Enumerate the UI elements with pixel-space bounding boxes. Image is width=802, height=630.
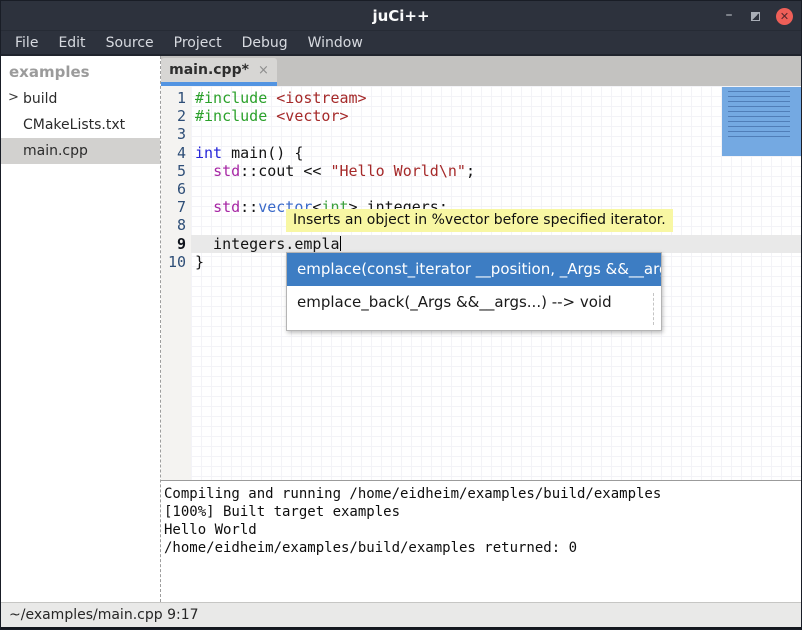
status-file-position: ~/examples/main.cpp 9:17	[9, 607, 199, 623]
line-number: 9	[161, 235, 186, 253]
statusbar: ~/examples/main.cpp 9:17	[1, 602, 801, 629]
build-output-panel[interactable]: Compiling and running /home/eidheim/exam…	[161, 480, 801, 602]
menu-item-window[interactable]: Window	[298, 33, 373, 53]
menu-item-project[interactable]: Project	[164, 33, 232, 53]
popup-scrollbar[interactable]	[653, 293, 654, 325]
window-title: juCi++	[1, 7, 801, 25]
line-number: 10	[161, 253, 186, 271]
close-icon[interactable]: ✕	[776, 8, 793, 25]
window-controls: – ✕	[723, 1, 793, 31]
project-name-label: examples	[1, 56, 160, 86]
maximize-icon[interactable]	[751, 12, 760, 21]
code-line[interactable]: int main() {	[191, 144, 801, 162]
output-line: /home/eidheim/examples/build/examples re…	[164, 539, 799, 557]
menu-item-debug[interactable]: Debug	[232, 33, 298, 53]
code-editor[interactable]: 12345678910 #include <iostream>#include …	[161, 86, 801, 480]
editor-pane: main.cpp* × 12345678910 #include <iostre…	[161, 56, 801, 602]
code-line[interactable]: #include <iostream>	[191, 89, 801, 107]
titlebar[interactable]: juCi++ – ✕	[1, 1, 801, 31]
line-number: 3	[161, 125, 186, 143]
code-token: ::cout <<	[240, 162, 330, 180]
line-number: 4	[161, 144, 186, 162]
code-token: <iostream>	[276, 89, 366, 107]
autocomplete-popup[interactable]: emplace(const_iterator __position, _Args…	[286, 252, 662, 331]
line-number: 5	[161, 162, 186, 180]
code-line[interactable]: integers.empla	[191, 235, 801, 253]
chevron-right-icon[interactable]: >	[8, 90, 19, 105]
tab-label: main.cpp*	[169, 62, 249, 78]
completion-item[interactable]: emplace(const_iterator __position, _Args…	[287, 253, 661, 286]
code-token: "Hello World\n"	[330, 162, 465, 180]
tabbar: main.cpp* ×	[161, 56, 801, 86]
code-token: integers.empla	[195, 235, 340, 253]
code-token: ::	[240, 198, 258, 216]
tree-item-label: main.cpp	[23, 143, 88, 159]
completion-item[interactable]: emplace_back(_Args &&__args...) --> void	[287, 286, 661, 319]
menu-item-source[interactable]: Source	[96, 33, 164, 53]
code-token: std	[213, 162, 240, 180]
code-token: }	[195, 253, 204, 271]
minimap-code-lines	[728, 91, 790, 141]
output-line: Compiling and running /home/eidheim/exam…	[164, 485, 799, 503]
menu-item-edit[interactable]: Edit	[48, 33, 95, 53]
tab-main-cpp[interactable]: main.cpp* ×	[161, 58, 277, 82]
tab-close-icon[interactable]: ×	[258, 63, 269, 78]
menubar: FileEditSourceProjectDebugWindow	[1, 31, 801, 56]
code-token: int	[195, 144, 222, 162]
code-token	[195, 162, 213, 180]
code-line[interactable]: std::cout << "Hello World\n";	[191, 162, 801, 180]
output-line: Hello World	[164, 521, 799, 539]
tree-item-label: CMakeLists.txt	[23, 117, 125, 133]
code-token: ;	[466, 162, 475, 180]
code-token: <vector>	[276, 107, 348, 125]
tree-item-build[interactable]: > build	[1, 86, 160, 112]
doc-tooltip: Inserts an object in %vector before spec…	[286, 209, 673, 232]
minimize-icon[interactable]: –	[723, 10, 735, 22]
code-line[interactable]	[191, 125, 801, 143]
code-token: #include	[195, 107, 276, 125]
text-cursor	[340, 236, 341, 251]
code-token: main() {	[222, 144, 303, 162]
code-line[interactable]	[191, 180, 801, 198]
line-number-gutter: 12345678910	[161, 86, 191, 480]
code-token	[195, 198, 213, 216]
tree-item-main-cpp[interactable]: main.cpp	[1, 138, 160, 164]
line-number: 7	[161, 198, 186, 216]
source-minimap[interactable]	[722, 87, 801, 156]
line-number: 6	[161, 180, 186, 198]
tree-item-cmakelists-txt[interactable]: CMakeLists.txt	[1, 112, 160, 138]
code-line[interactable]: #include <vector>	[191, 107, 801, 125]
file-tree-sidebar: examples > build CMakeLists.txt main.cpp	[1, 56, 161, 602]
menu-item-file[interactable]: File	[5, 33, 48, 53]
line-number: 1	[161, 89, 186, 107]
line-number: 2	[161, 107, 186, 125]
file-tree: > build CMakeLists.txt main.cpp	[1, 86, 160, 164]
content: examples > build CMakeLists.txt main.cpp ma…	[1, 56, 801, 602]
code-token: #include	[195, 89, 276, 107]
app-window: juCi++ – ✕ FileEditSourceProjectDebugWin…	[0, 0, 802, 630]
tree-item-label: build	[23, 91, 57, 107]
line-number: 8	[161, 216, 186, 234]
code-token: std	[213, 198, 240, 216]
output-line: [100%] Built target examples	[164, 503, 799, 521]
